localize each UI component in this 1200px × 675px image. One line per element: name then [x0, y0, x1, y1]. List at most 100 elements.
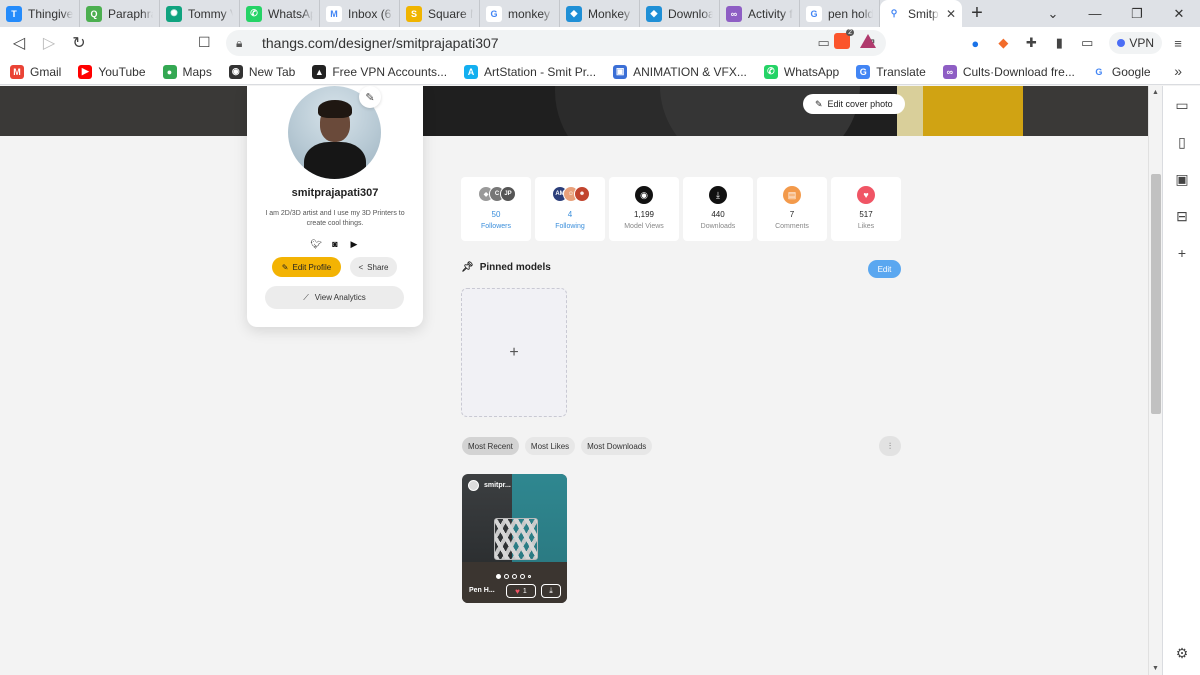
author-name: smitpr...	[484, 482, 511, 489]
instagram-icon[interactable]: ◙	[330, 239, 340, 249]
wallet-icon[interactable]: ▭	[1075, 31, 1099, 55]
pinned-models-heading: 📌︎ Pinned models	[461, 262, 551, 273]
browser-tab[interactable]: S Square Me	[400, 0, 480, 27]
bookmark-item[interactable]: ▲ Free VPN Accounts...	[312, 64, 447, 79]
image-carousel-dots[interactable]	[496, 574, 531, 579]
scroll-up-icon[interactable]: ▲	[1152, 89, 1159, 96]
edit-avatar-icon[interactable]: ✎	[359, 86, 381, 108]
stat-followers[interactable]: ◆ C JP 50 Followers	[461, 177, 531, 241]
browser-tab[interactable]: ⚲ Smitp ✕	[880, 0, 962, 27]
filter-settings-icon[interactable]: ⫶	[879, 436, 901, 456]
carousel-dot[interactable]	[520, 574, 525, 579]
bookmark-item[interactable]: A ArtStation - Smit Pr...	[464, 64, 596, 79]
carousel-dot[interactable]	[512, 574, 517, 579]
carousel-dot[interactable]	[504, 574, 509, 579]
restore-icon[interactable]: ❐	[1116, 0, 1158, 27]
vpn-button[interactable]: VPN	[1109, 32, 1162, 54]
bookmark-page-icon[interactable]: ☐	[198, 34, 211, 51]
bookmark-item[interactable]: ✆ WhatsApp	[763, 64, 840, 79]
pinned-title-text: Pinned models	[479, 262, 551, 273]
forward-icon[interactable]: ▷	[34, 28, 64, 58]
address-bar[interactable]: 🔒︎ thangs.com/designer/smitprajapati307 …	[226, 30, 886, 56]
share-button[interactable]: < Share	[350, 257, 397, 277]
twitter-icon[interactable]: 🐦︎	[310, 239, 321, 249]
scroll-down-icon[interactable]: ▼	[1152, 665, 1159, 672]
google-icon: G	[1091, 64, 1106, 79]
add-panel-icon[interactable]: +	[1173, 244, 1191, 262]
bookmarks-panel-icon[interactable]: ⊟	[1173, 207, 1191, 225]
bookmark-item[interactable]: G Translate	[856, 64, 926, 79]
scrollbar-thumb[interactable]	[1151, 174, 1161, 414]
site-info-icon[interactable]: 🔒︎	[236, 36, 254, 51]
carousel-dot[interactable]	[528, 575, 531, 578]
view-analytics-button[interactable]: ⟋ View Analytics	[265, 286, 404, 309]
brave-rewards-icon[interactable]	[860, 34, 876, 48]
browser-tab[interactable]: ◆ Monkey D	[560, 0, 640, 27]
close-tab-icon[interactable]: ✕	[943, 7, 956, 21]
add-pinned-model-button[interactable]: +	[461, 288, 567, 417]
filter-most-downloads[interactable]: Most Downloads	[581, 437, 653, 455]
bookmark-item[interactable]: ▶ YouTube	[78, 64, 146, 79]
settings-gear-icon[interactable]: ⚙	[1173, 644, 1191, 662]
stat-following[interactable]: AM ☺ ☻ 4 Following	[535, 177, 605, 241]
media-extension-icon[interactable]: ●	[963, 31, 987, 55]
menu-icon[interactable]: ≡	[1166, 31, 1190, 55]
bookmark-item[interactable]: ∞ Cults·Download fre...	[942, 64, 1075, 79]
browser-tab[interactable]: ◆ Download	[640, 0, 720, 27]
video-icon[interactable]: ▭	[1173, 96, 1191, 114]
youtube-icon[interactable]: ▶	[349, 239, 359, 249]
browser-tab[interactable]: ✺ Tommy Ve	[160, 0, 240, 27]
tab-title: Thingivers	[28, 6, 73, 21]
gmail-icon: M	[10, 64, 24, 79]
tab-search-icon[interactable]: ⌄	[1032, 0, 1074, 27]
stat-label: Model Views	[624, 223, 664, 230]
cast-icon[interactable]: ▭	[818, 35, 830, 51]
filter-most-recent[interactable]: Most Recent	[462, 437, 519, 455]
wallet-panel-icon[interactable]: ▣	[1173, 170, 1191, 188]
model-card[interactable]: smitpr... Pen H... ♥ 1 ⤓	[462, 474, 567, 603]
artstation-icon: A	[464, 64, 479, 79]
reload-icon[interactable]: ↻	[64, 28, 94, 58]
carousel-dot[interactable]	[496, 574, 501, 579]
bookmark-item[interactable]: G Google	[1091, 64, 1151, 79]
bookmark-item[interactable]: ▣ ANIMATION & VFX...	[613, 64, 747, 79]
edit-profile-button[interactable]: ✎ Edit Profile	[272, 257, 341, 277]
browser-tab[interactable]: ∞ Activity fe	[720, 0, 800, 27]
tab-title: Paraphras	[108, 6, 153, 21]
brave-extension-icon[interactable]: ◆	[991, 31, 1015, 55]
browser-tab[interactable]: Gmonkey d	[480, 0, 560, 27]
browser-tab[interactable]: T Thingivers	[0, 0, 80, 27]
bookmark-item[interactable]: M Gmail	[10, 64, 61, 79]
new-tab-button[interactable]: +	[962, 0, 992, 27]
model-author[interactable]: smitpr...	[468, 480, 511, 491]
sidebar-toggle-icon[interactable]: ▮	[1047, 31, 1071, 55]
url-text[interactable]: thangs.com/designer/smitprajapati307	[262, 35, 499, 51]
bookmark-item[interactable]: ● Maps	[162, 64, 212, 79]
filter-most-likes[interactable]: Most Likes	[524, 437, 576, 455]
minimize-icon[interactable]: —	[1074, 0, 1116, 27]
bookmark-label: Cults·Download fre...	[962, 64, 1075, 79]
edit-cover-button[interactable]: ✎ Edit cover photo	[803, 94, 905, 114]
bookmark-item[interactable]: ◉ New Tab	[228, 64, 295, 79]
download-button[interactable]: ⤓	[541, 584, 561, 598]
reading-list-icon[interactable]: ▯	[1173, 133, 1191, 151]
browser-tab[interactable]: Gpen holde	[800, 0, 880, 27]
bookmarks-overflow-icon[interactable]: »	[1174, 63, 1182, 79]
brave-badge: 2	[846, 29, 854, 36]
brave-shields-icon[interactable]: 2	[834, 29, 854, 49]
social-links: 🐦︎ ◙ ▶	[247, 239, 423, 250]
close-window-icon[interactable]: ✕	[1158, 0, 1200, 27]
profile-username: smitprajapati307	[291, 187, 379, 199]
edit-pinned-button[interactable]: Edit	[868, 260, 901, 278]
bookmark-label: WhatsApp	[783, 64, 840, 79]
extensions-puzzle-icon[interactable]: ✚	[1019, 31, 1043, 55]
like-button[interactable]: ♥ 1	[506, 584, 536, 598]
tab-title: monkey d	[508, 6, 553, 21]
back-icon[interactable]: ◁	[4, 28, 34, 58]
browser-tab[interactable]: ✆ WhatsApp	[240, 0, 320, 27]
browser-tab[interactable]: Q Paraphras	[80, 0, 160, 27]
model-title[interactable]: Pen H...	[469, 587, 495, 594]
avatar-body	[304, 142, 366, 179]
browser-tab[interactable]: M Inbox (6,4	[320, 0, 400, 27]
page-scrollbar[interactable]: ▲ ▼	[1148, 86, 1162, 675]
